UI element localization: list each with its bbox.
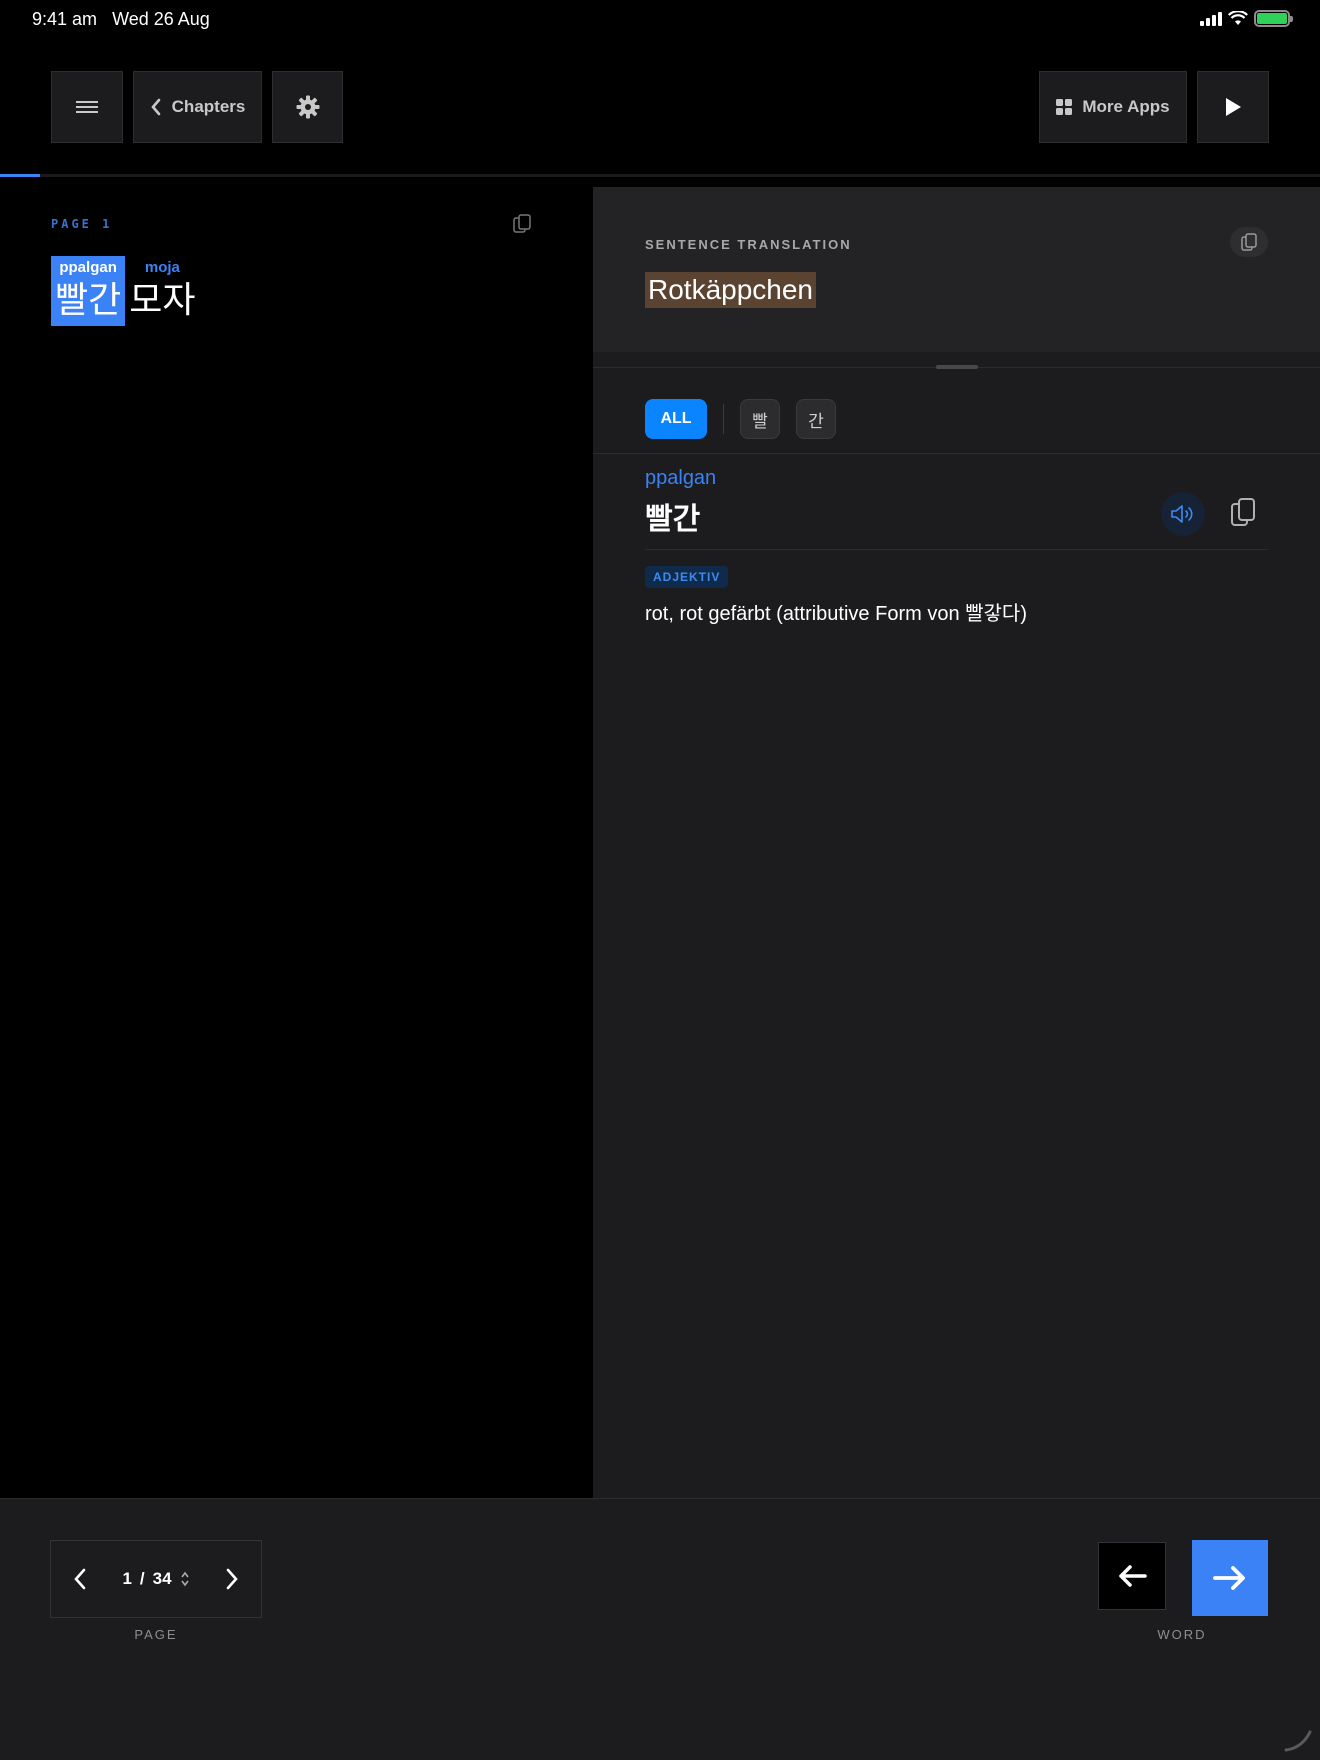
page-selector[interactable]: 1 / 34 — [122, 1569, 189, 1589]
word-token-moja[interactable]: moja 모자 — [125, 256, 199, 326]
filter-syllable-chip[interactable]: 빨 — [740, 399, 780, 439]
chapters-label: Chapters — [171, 97, 246, 116]
sentence-words: ppalgan 빨간 moja 모자 — [51, 256, 200, 326]
word-korean: 모자 — [129, 280, 196, 321]
filter-separator — [723, 404, 724, 434]
word-korean: 빨간 — [55, 280, 122, 321]
dictionary-panel: SENTENCE TRANSLATION Rotkäppchen ALL 빨 간… — [593, 187, 1320, 1498]
grid-icon — [1056, 99, 1073, 115]
wifi-icon — [1228, 11, 1248, 25]
battery-icon — [1254, 10, 1293, 27]
pronounce-button[interactable] — [1161, 492, 1205, 536]
settings-button[interactable] — [272, 71, 343, 143]
page-label: PAGE 1 — [51, 217, 113, 231]
copy-icon — [513, 214, 531, 233]
word-nav-label: WORD — [1157, 1627, 1207, 1642]
status-indicators — [1200, 10, 1293, 27]
page-nav-label: PAGE — [134, 1627, 178, 1642]
reading-progress-bar — [0, 174, 1320, 177]
menu-button[interactable] — [51, 71, 123, 143]
syllable-filter-row: ALL 빨 간 — [645, 399, 836, 439]
page-pager: 1 / 34 — [50, 1540, 262, 1618]
reading-progress-fill — [0, 174, 40, 177]
copy-icon — [1231, 498, 1255, 526]
bottom-navigation: 1 / 34 PAGE WORD — [0, 1498, 1320, 1760]
chapters-button[interactable]: Chapters — [133, 71, 262, 143]
play-icon — [1226, 98, 1241, 116]
translation-text: Rotkäppchen — [645, 272, 817, 308]
filter-divider — [593, 453, 1320, 454]
chevron-right-icon[interactable] — [225, 1568, 239, 1590]
resize-handle[interactable] — [936, 365, 978, 369]
entry-headword: 빨간 — [645, 502, 701, 537]
arrow-right-icon — [1213, 1566, 1245, 1590]
arrow-left-icon — [1119, 1565, 1147, 1587]
copy-page-button[interactable] — [513, 214, 531, 238]
status-clock: 9:41 am — [32, 9, 98, 29]
current-page: 1 — [122, 1569, 132, 1588]
chevron-left-icon[interactable] — [73, 1568, 87, 1590]
previous-word-button[interactable] — [1098, 1542, 1166, 1610]
more-apps-label: More Apps — [1082, 97, 1170, 116]
resize-corner-icon — [1284, 1730, 1312, 1752]
reading-panel: PAGE 1 ppalgan 빨간 moja 모자 — [0, 187, 593, 1498]
copy-translation-button[interactable] — [1230, 227, 1268, 257]
word-romanization: moja — [144, 259, 180, 276]
section-label: SENTENCE TRANSLATION — [645, 237, 852, 252]
status-time: 9:41 am Wed 26 Aug — [32, 9, 210, 30]
page-separator: / — [139, 1569, 145, 1588]
more-apps-button[interactable]: More Apps — [1039, 71, 1187, 143]
menu-icon — [76, 101, 98, 113]
chevron-left-icon — [150, 98, 160, 116]
entry-divider — [645, 549, 1268, 550]
status-date: Wed 26 Aug — [112, 9, 210, 29]
copy-entry-button[interactable] — [1230, 497, 1256, 531]
filter-all-chip[interactable]: ALL — [645, 399, 707, 439]
part-of-speech-badge: ADJEKTIV — [645, 566, 729, 588]
sort-icon — [180, 1571, 189, 1587]
cellular-signal-icon — [1200, 11, 1222, 26]
word-token-ppalgan[interactable]: ppalgan 빨간 — [51, 256, 126, 326]
copy-icon — [1241, 233, 1257, 251]
entry-definition: rot, rot gefärbt (attributive Form von 빨… — [645, 603, 1027, 625]
word-romanization: ppalgan — [59, 259, 117, 276]
filter-syllable-chip[interactable]: 간 — [796, 399, 836, 439]
total-pages: 34 — [152, 1569, 172, 1588]
play-button[interactable] — [1197, 71, 1269, 143]
speaker-icon — [1171, 505, 1193, 523]
status-bar: 9:41 am Wed 26 Aug — [0, 0, 1320, 44]
entry-romanization: ppalgan — [645, 467, 717, 489]
next-word-button[interactable] — [1192, 1540, 1268, 1616]
sentence-translation-box: SENTENCE TRANSLATION Rotkäppchen — [593, 187, 1320, 352]
gear-icon — [296, 95, 319, 119]
